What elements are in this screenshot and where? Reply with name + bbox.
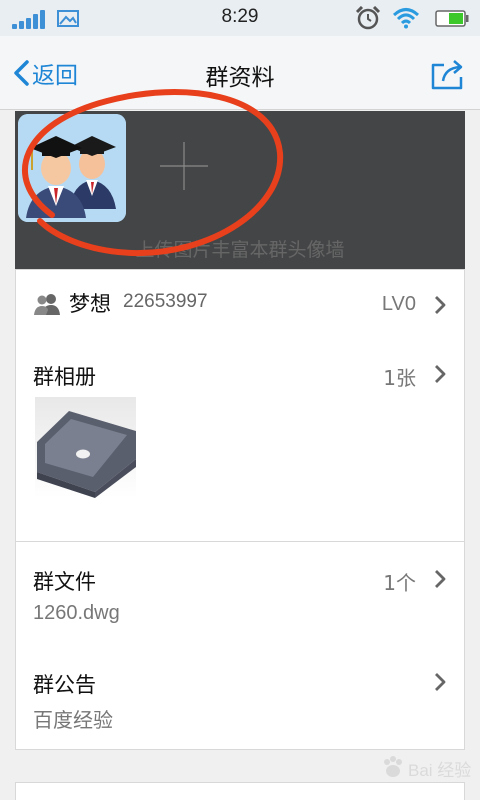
group-album-card[interactable]: 群相册 1张 — [15, 337, 465, 542]
paw-icon — [384, 756, 402, 777]
share-icon[interactable] — [430, 57, 466, 91]
notice-content: 百度经验 — [33, 708, 113, 732]
album-photo-thumbnail[interactable] — [35, 397, 136, 498]
chevron-right-icon — [435, 570, 446, 588]
baidu-watermark: Bai 经验 — [380, 752, 480, 782]
plus-icon[interactable] — [154, 136, 214, 196]
owner-name: 梦想 — [69, 292, 111, 316]
watermark-text: Bai 经验 — [408, 761, 472, 780]
album-count: 1张 — [383, 366, 416, 390]
chevron-right-icon — [435, 365, 446, 383]
group-level: LV0 — [381, 293, 416, 315]
page-title: 群资料 — [205, 65, 275, 91]
people-icon — [34, 294, 60, 315]
files-count: 1个 — [383, 571, 416, 595]
group-owner-row[interactable]: 梦想 22653997 LV0 — [15, 269, 465, 338]
notice-title: 群公告 — [33, 673, 96, 697]
group-id: 22653997 — [123, 291, 208, 312]
chevron-right-icon — [435, 673, 446, 691]
alarm-icon — [355, 6, 381, 30]
nav-bar: 返回 群资料 — [0, 36, 480, 110]
group-notice-card[interactable]: 群公告 百度经验 — [15, 645, 465, 750]
status-bar: 8:29 — [0, 0, 480, 36]
battery-icon — [435, 10, 469, 27]
avatar-wall-hint: 上传图片丰富本群头像墙 — [135, 239, 345, 261]
next-card[interactable] — [15, 782, 465, 800]
album-title: 群相册 — [33, 365, 96, 389]
chevron-right-icon — [435, 296, 446, 314]
wifi-icon — [392, 8, 420, 29]
group-header-banner: 上传图片丰富本群头像墙 — [15, 111, 465, 269]
files-title: 群文件 — [33, 570, 96, 594]
file-name: 1260.dwg — [33, 602, 120, 624]
graduates-avatar-icon[interactable] — [18, 114, 126, 222]
group-files-card[interactable]: 群文件 1个 1260.dwg — [15, 541, 465, 646]
